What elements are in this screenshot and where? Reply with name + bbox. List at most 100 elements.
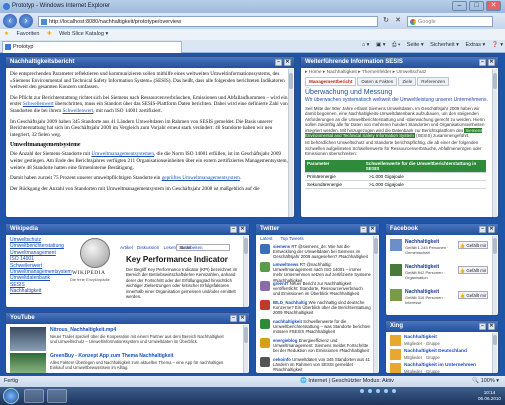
address-input[interactable]: http://localhost:8080/nachhaltigkeit/pro… [38,16,378,27]
safety-menu[interactable]: Sicherheit ▾ [430,42,459,48]
wiki-link[interactable]: Umweltberichterstattung [10,243,72,249]
panel-close-button[interactable]: ✕ [488,59,495,66]
panel-close-button[interactable]: ✕ [239,226,246,233]
avatar[interactable] [260,300,270,310]
tab-latest[interactable]: Latest [260,236,273,241]
group-name[interactable]: Nachhaltigkeit [404,335,437,340]
like-button[interactable]: 👍 Gefällt mir [458,291,488,299]
video-item[interactable]: Nitrous_Nachhaltigkeit.mp4 Neuer Trailer… [10,327,239,355]
scroll-thumb[interactable] [493,238,497,254]
panel-close-button[interactable]: ✕ [488,323,495,330]
back-button[interactable]: ‹ [3,14,17,28]
tray-icon[interactable] [360,389,364,393]
search-input[interactable]: Google [407,16,493,27]
wikipedia-globe-icon[interactable] [80,238,110,268]
tab-management-report[interactable]: Managementbericht [305,77,357,86]
web-slice-gallery[interactable]: Web Slice Katalog ▾ [59,31,108,37]
refresh-button[interactable]: ↻ [381,16,391,27]
scrollbar[interactable] [492,69,497,217]
page-picture[interactable] [390,289,402,301]
add-favorite-icon[interactable]: ✚ [47,31,52,37]
scroll-thumb[interactable] [244,238,248,254]
panel-minimize-button[interactable]: – [275,59,282,66]
ems-link[interactable]: Umweltmanagementsystemen [91,151,154,157]
stop-button[interactable]: ✕ [393,16,403,27]
group-icon[interactable] [390,335,401,346]
video-title[interactable]: Nitrous_Nachhaltigkeit.mp4 [50,327,116,333]
scrollbar[interactable] [492,333,497,373]
group-icon[interactable] [390,349,401,360]
tab-read[interactable]: Lesen [164,245,177,250]
start-button[interactable] [3,388,19,404]
print-icon[interactable]: ⎙ ▾ [392,42,400,48]
help-menu[interactable]: ❓ ▾ [492,42,503,48]
minimize-button[interactable]: – [452,1,467,11]
tab-top-tweets[interactable]: Top Tweets [281,236,304,241]
avatar[interactable] [260,244,270,254]
panel-minimize-button[interactable]: – [479,226,486,233]
close-button[interactable]: ✕ [486,1,501,11]
panel-minimize-button[interactable]: – [479,323,486,330]
scrollbar[interactable] [243,236,248,307]
panel-close-button[interactable]: ✕ [488,226,495,233]
panel-close-button[interactable]: ✕ [239,315,246,322]
panel-minimize-button[interactable]: – [479,59,486,66]
scrollbar[interactable] [243,325,248,373]
threshold-link[interactable]: Schwellenwert [62,108,93,114]
security-zone[interactable]: 🌐 Internet | Geschützter Modus: Aktiv [300,378,394,384]
avatar[interactable] [260,262,270,272]
certified-ems-link[interactable]: geprüftes Umweltmanagementsystem [162,175,240,181]
tray-icon[interactable] [368,389,372,393]
scroll-thumb[interactable] [289,73,293,89]
tools-menu[interactable]: Extras ▾ [465,42,485,48]
tab-discussion[interactable]: Diskussion [137,245,159,250]
tab-references[interactable]: Referenzen [417,77,450,86]
tab-prototyp[interactable]: Prototyp [2,41,182,53]
panel-minimize-button[interactable]: – [230,226,237,233]
network-icon[interactable] [384,389,388,393]
avatar[interactable] [260,319,270,329]
like-button[interactable]: 👍 Gefällt mir [458,241,488,249]
video-thumbnail[interactable] [10,327,46,351]
tab-article[interactable]: Artikel [120,245,133,250]
scrollbar[interactable] [492,236,497,315]
avatar[interactable] [260,357,270,367]
panel-minimize-button[interactable]: – [360,226,367,233]
page-picture[interactable] [390,264,402,276]
home-icon[interactable]: ⌂ ▾ [362,42,370,48]
scroll-thumb[interactable] [493,73,497,89]
tab-goals[interactable]: Ziele [398,77,417,86]
panel-minimize-button[interactable]: – [230,315,237,322]
scroll-thumb[interactable] [493,335,497,345]
wiki-link[interactable]: Nachhaltigkeit [10,288,72,294]
group-name[interactable]: Nachhaltigkeit Deutschland [404,349,467,354]
panel-close-button[interactable]: ✕ [369,226,376,233]
favorites-button[interactable]: Favoriten [16,31,39,37]
page-menu[interactable]: Seite ▾ [407,42,424,48]
like-button[interactable]: 👍 Gefällt mir [458,266,488,274]
video-thumbnail[interactable] [10,353,46,373]
scroll-thumb[interactable] [244,327,248,343]
forward-button[interactable]: › [19,14,33,28]
threshold-link[interactable]: Schwellenwert [23,101,54,107]
scrollbar[interactable] [288,69,293,217]
zoom-level[interactable]: 🔍 100% ▾ [472,378,499,384]
tray-icon[interactable] [376,389,380,393]
taskbar-ie-icon[interactable] [24,389,44,403]
taskbar-explorer-icon[interactable] [47,389,67,403]
feeds-icon[interactable]: ▣ ▾ [376,42,386,48]
maximize-button[interactable]: □ [469,1,484,11]
group-name[interactable]: Nachhaltigkeit im Unternehmen [404,363,476,368]
volume-icon[interactable] [392,389,396,393]
page-picture[interactable] [390,239,402,251]
video-item[interactable]: GreenBuy - Konzept App zum Thema Nachhal… [10,353,239,373]
avatar[interactable] [260,281,270,291]
video-title[interactable]: GreenBuy - Konzept App zum Thema Nachhal… [50,353,173,359]
tab-data-facts[interactable]: Daten & Fakten [357,77,398,86]
group-icon[interactable] [390,363,401,373]
scroll-thumb[interactable] [374,238,378,254]
favorites-star-icon[interactable]: ★ [4,31,9,37]
scrollbar[interactable] [373,236,378,373]
clock[interactable]: 10:14 06.06.2010 [478,390,501,402]
avatar[interactable] [260,338,270,348]
